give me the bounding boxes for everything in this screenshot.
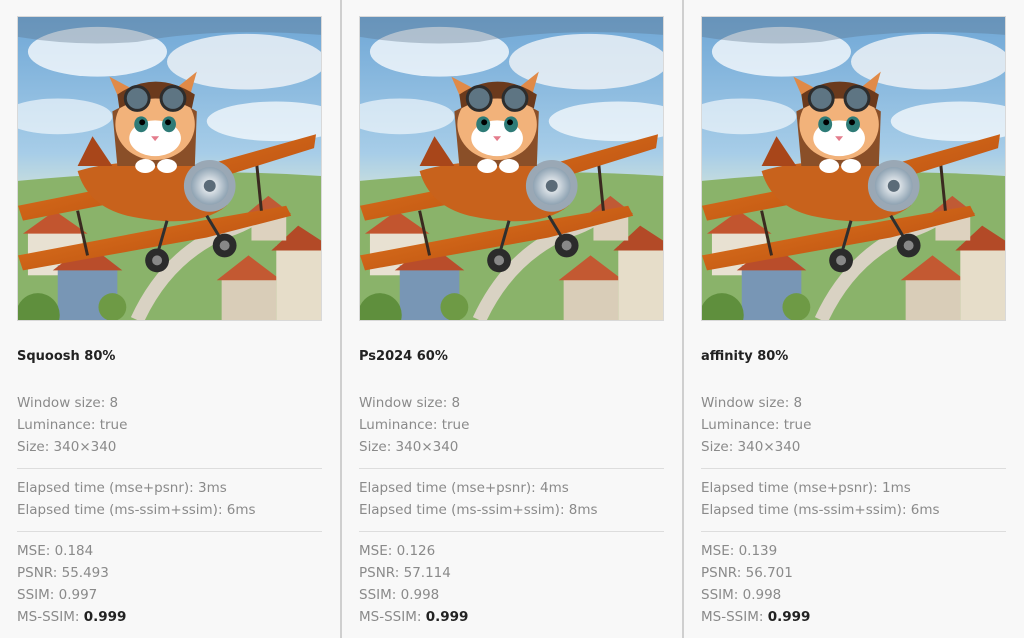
psnr-text: PSNR: 56.701 xyxy=(701,565,793,581)
result-card-1: Squoosh 80% Window size: 8 Luminance: tr… xyxy=(0,0,340,638)
ms-ssim-value: 0.999 xyxy=(83,609,127,625)
metrics-block: MSE: 0.126 PSNR: 57.114 SSIM: 0.998 MS-S… xyxy=(359,540,682,628)
settings-block: Window size: 8 Luminance: true Size: 340… xyxy=(359,392,682,458)
compressed-image xyxy=(17,16,322,321)
mse-text: MSE: 0.184 xyxy=(17,543,94,559)
metrics-block: MSE: 0.184 PSNR: 55.493 SSIM: 0.997 MS-S… xyxy=(17,540,340,628)
elapsed-mse-psnr-text: Elapsed time (mse+psnr): 3ms xyxy=(17,480,227,496)
divider xyxy=(701,468,1006,469)
timing-block: Elapsed time (mse+psnr): 1ms Elapsed tim… xyxy=(701,477,1024,521)
ms-ssim-row: MS-SSIM: 0.999 xyxy=(701,606,1024,628)
compressed-image xyxy=(701,16,1006,321)
elapsed-ssim-text: Elapsed time (ms-ssim+ssim): 6ms xyxy=(17,502,256,518)
divider xyxy=(17,468,322,469)
psnr-text: PSNR: 57.114 xyxy=(359,565,451,581)
ssim-text: SSIM: 0.998 xyxy=(359,587,440,603)
luminance-text: Luminance: true xyxy=(17,417,128,433)
ms-ssim-value: 0.999 xyxy=(425,609,469,625)
luminance-text: Luminance: true xyxy=(359,417,470,433)
timing-block: Elapsed time (mse+psnr): 3ms Elapsed tim… xyxy=(17,477,340,521)
luminance-text: Luminance: true xyxy=(701,417,812,433)
card-title: Squoosh 80% xyxy=(17,349,116,364)
size-text: Size: 340×340 xyxy=(17,439,117,455)
elapsed-mse-psnr-text: Elapsed time (mse+psnr): 1ms xyxy=(701,480,911,496)
elapsed-mse-psnr-text: Elapsed time (mse+psnr): 4ms xyxy=(359,480,569,496)
ms-ssim-label: MS-SSIM: xyxy=(359,609,426,625)
divider xyxy=(17,531,322,532)
divider xyxy=(359,468,664,469)
psnr-text: PSNR: 55.493 xyxy=(17,565,109,581)
comparison-grid: Squoosh 80% Window size: 8 Luminance: tr… xyxy=(0,0,1024,638)
ssim-text: SSIM: 0.998 xyxy=(701,587,782,603)
size-text: Size: 340×340 xyxy=(701,439,801,455)
mse-text: MSE: 0.139 xyxy=(701,543,778,559)
timing-block: Elapsed time (mse+psnr): 4ms Elapsed tim… xyxy=(359,477,682,521)
window-size-text: Window size: 8 xyxy=(17,395,119,411)
settings-block: Window size: 8 Luminance: true Size: 340… xyxy=(17,392,340,458)
result-card-3: affinity 80% Window size: 8 Luminance: t… xyxy=(684,0,1024,638)
card-title: Ps2024 60% xyxy=(359,349,448,364)
ms-ssim-value: 0.999 xyxy=(767,609,811,625)
metrics-block: MSE: 0.139 PSNR: 56.701 SSIM: 0.998 MS-S… xyxy=(701,540,1024,628)
ssim-text: SSIM: 0.997 xyxy=(17,587,98,603)
size-text: Size: 340×340 xyxy=(359,439,459,455)
compressed-image xyxy=(359,16,664,321)
elapsed-ssim-text: Elapsed time (ms-ssim+ssim): 8ms xyxy=(359,502,598,518)
card-title: affinity 80% xyxy=(701,349,789,364)
ms-ssim-row: MS-SSIM: 0.999 xyxy=(359,606,682,628)
result-card-2: Ps2024 60% Window size: 8 Luminance: tru… xyxy=(342,0,682,638)
settings-block: Window size: 8 Luminance: true Size: 340… xyxy=(701,392,1024,458)
ms-ssim-row: MS-SSIM: 0.999 xyxy=(17,606,340,628)
divider xyxy=(359,531,664,532)
divider xyxy=(701,531,1006,532)
window-size-text: Window size: 8 xyxy=(701,395,803,411)
window-size-text: Window size: 8 xyxy=(359,395,461,411)
ms-ssim-label: MS-SSIM: xyxy=(17,609,84,625)
elapsed-ssim-text: Elapsed time (ms-ssim+ssim): 6ms xyxy=(701,502,940,518)
ms-ssim-label: MS-SSIM: xyxy=(701,609,768,625)
mse-text: MSE: 0.126 xyxy=(359,543,436,559)
